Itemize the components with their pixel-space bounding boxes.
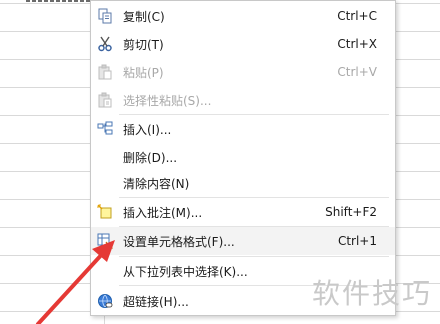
watermark-text: 软件技巧 (312, 277, 433, 310)
